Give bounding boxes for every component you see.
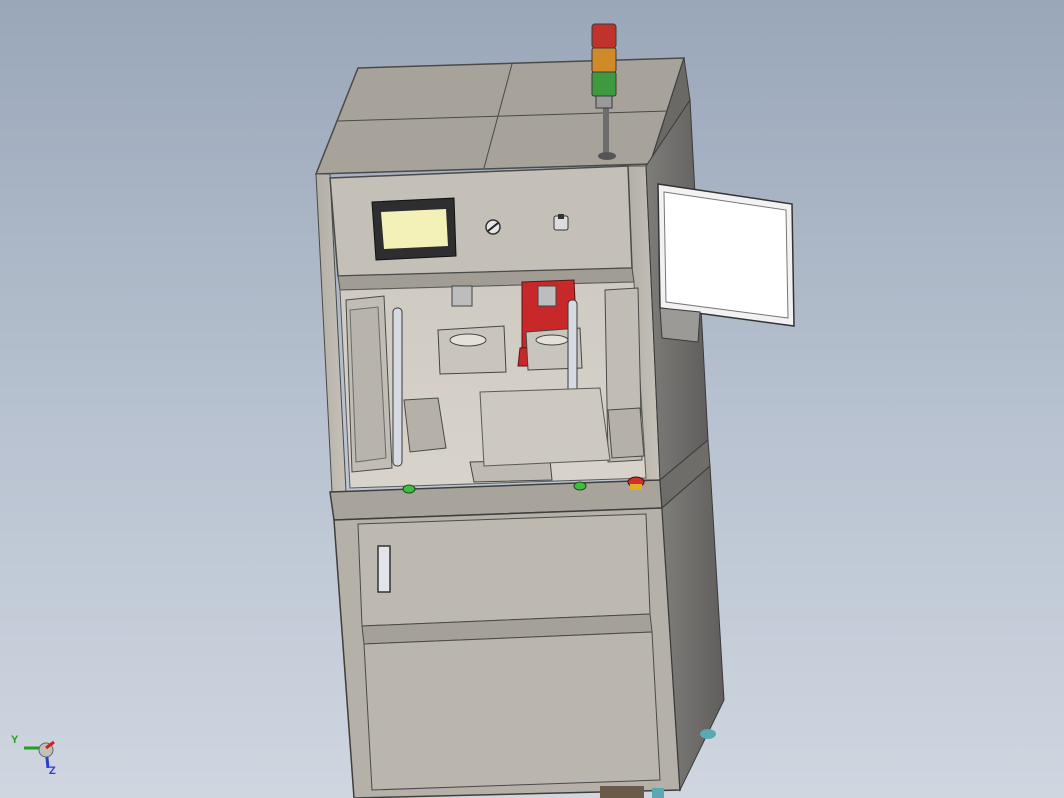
cabinet-door[interactable] (357, 513, 651, 627)
machine-model[interactable] (0, 0, 1064, 798)
hmi-screen[interactable] (371, 197, 457, 261)
door-handle[interactable] (377, 545, 391, 593)
triad-z-label: Z (49, 765, 56, 777)
orientation-triad: Y Z (8, 734, 68, 784)
selector-switch[interactable] (485, 219, 501, 235)
monitor-swing-arm[interactable] (657, 183, 795, 343)
cad-viewport[interactable]: Y Z (0, 0, 1064, 798)
top-cover (314, 57, 691, 176)
work-area (339, 279, 647, 489)
triad-y-label: Y (11, 734, 19, 746)
key-switch[interactable] (553, 214, 569, 231)
emergency-stop[interactable] (627, 476, 645, 490)
